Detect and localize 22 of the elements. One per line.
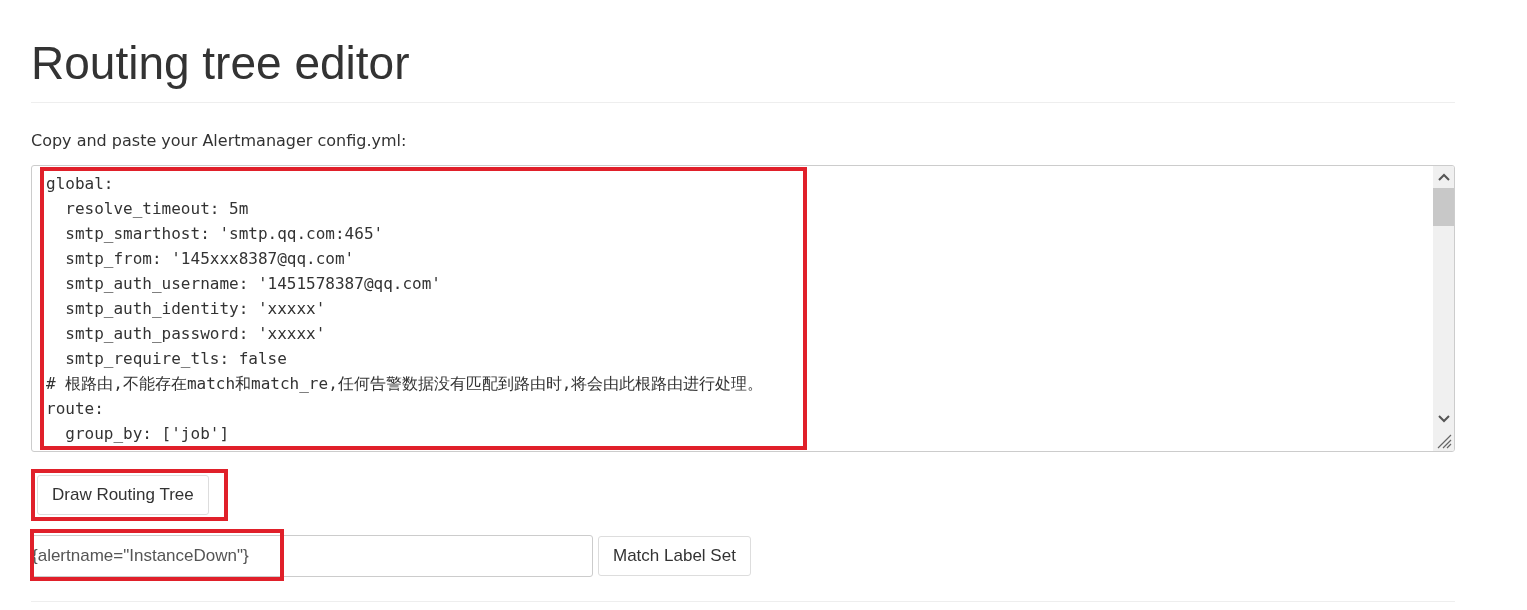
match-label-set-button[interactable]: Match Label Set (598, 536, 751, 576)
code-line: smtp_auth_password: 'xxxxx' (64, 323, 326, 345)
config-label: Copy and paste your Alertmanager config.yml: (31, 131, 407, 150)
draw-routing-tree-button[interactable]: Draw Routing Tree (37, 475, 209, 515)
resize-grip-icon[interactable] (1436, 433, 1452, 449)
code-line: smtp_smarthost: 'smtp.qq.com:465' (64, 223, 384, 245)
code-line: group_by: ['job'] (64, 423, 230, 445)
scroll-thumb[interactable] (1433, 188, 1454, 226)
code-line: global: (46, 173, 114, 195)
code-line: route: (46, 398, 104, 420)
config-textarea[interactable] (31, 165, 1455, 452)
code-line: smtp_from: '145xxx8387@qq.com' (64, 248, 355, 270)
scroll-down-icon[interactable] (1437, 415, 1450, 423)
code-line: smtp_auth_username: '1451578387@qq.com' (64, 273, 441, 295)
code-line: resolve_timeout: 5m (64, 198, 249, 220)
label-set-input[interactable]: {alertname="InstanceDown"} (31, 535, 593, 577)
code-line: # 根路由,不能存在match和match_re,任何告警数据没有匹配到路由时,将会由此根路由进行处理。 (46, 373, 764, 395)
code-line: smtp_auth_identity: 'xxxxx' (64, 298, 326, 320)
scrollbar[interactable] (1433, 166, 1454, 451)
code-line: smtp_require_tls: false (64, 348, 287, 370)
scroll-up-icon[interactable] (1437, 173, 1450, 181)
page-title: Routing tree editor (31, 36, 411, 91)
